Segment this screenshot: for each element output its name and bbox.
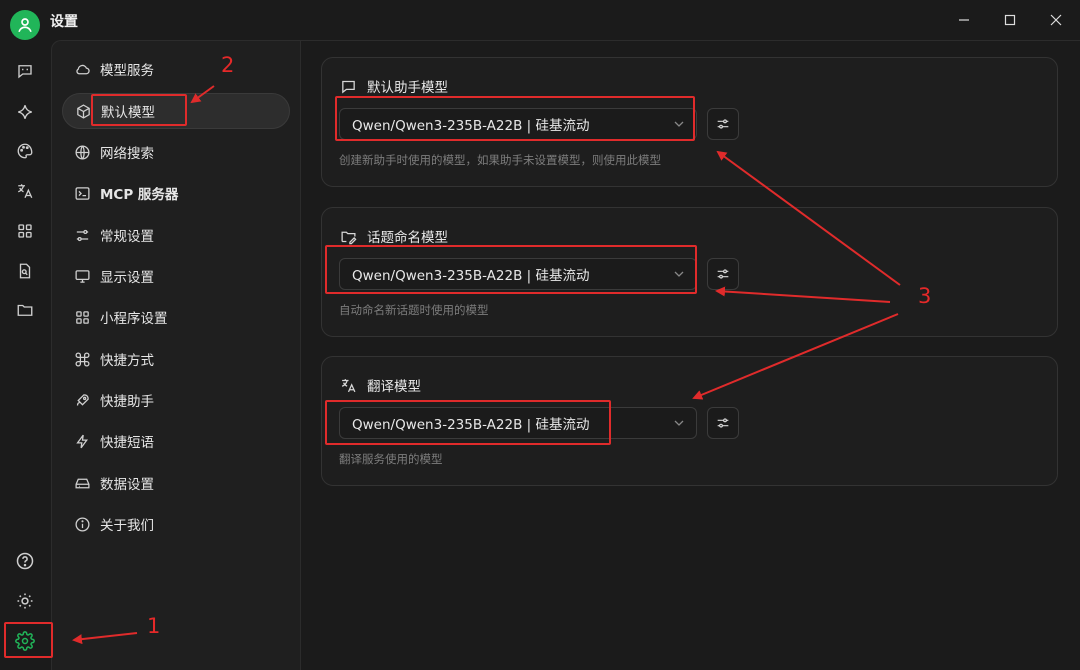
grid-icon bbox=[73, 308, 91, 326]
nav-item-miniapp-settings[interactable]: 小程序设置 bbox=[62, 299, 290, 335]
command-icon bbox=[73, 350, 91, 368]
nav-label: 模型服务 bbox=[100, 63, 154, 79]
theme-toggle-icon bbox=[17, 593, 33, 609]
rail-agents-button[interactable] bbox=[13, 100, 37, 124]
close-icon bbox=[1050, 14, 1062, 26]
rail-knowledge-button[interactable] bbox=[13, 259, 37, 283]
selected-model: Qwen/Qwen3-235B-A22B | 硅基流动 bbox=[352, 268, 590, 284]
nav-label: 快捷助手 bbox=[100, 394, 154, 410]
title-bar: 设置 bbox=[0, 0, 1080, 40]
rail-help-button[interactable] bbox=[13, 549, 37, 573]
card-title: 翻译模型 bbox=[367, 379, 421, 395]
translation-model-select[interactable]: Qwen/Qwen3-235B-A22B | 硅基流动 bbox=[339, 407, 697, 439]
chevron-down-icon bbox=[674, 271, 684, 277]
hard-drive-icon bbox=[73, 474, 91, 492]
apps-grid-icon bbox=[18, 224, 32, 238]
topic-naming-model-select[interactable]: Qwen/Qwen3-235B-A22B | 硅基流动 bbox=[339, 258, 697, 290]
default-model-panel: 默认助手模型 Qwen/Qwen3-235B-A22B | 硅基流动 创建新助手… bbox=[301, 40, 1080, 670]
chat-icon bbox=[18, 65, 32, 79]
translation-model-settings-button[interactable] bbox=[707, 407, 739, 439]
info-icon bbox=[73, 515, 91, 533]
card-title: 话题命名模型 bbox=[367, 230, 448, 246]
translate-icon bbox=[17, 184, 33, 199]
topic-naming-model-card: 话题命名模型 Qwen/Qwen3-235B-A22B | 硅基流动 自动命名新… bbox=[321, 207, 1058, 337]
user-icon bbox=[18, 18, 32, 33]
message-square-icon bbox=[339, 77, 357, 95]
sliders-icon bbox=[717, 269, 729, 279]
icon-rail bbox=[0, 40, 51, 670]
window-title: 设置 bbox=[50, 14, 78, 30]
card-description: 翻译服务使用的模型 bbox=[339, 452, 443, 466]
maximize-button[interactable] bbox=[998, 8, 1022, 32]
nav-item-quick-assistant[interactable]: 快捷助手 bbox=[62, 382, 290, 418]
nav-label: 快捷短语 bbox=[100, 435, 154, 451]
default-assistant-model-settings-button[interactable] bbox=[707, 108, 739, 140]
nav-item-quick-phrases[interactable]: 快捷短语 bbox=[62, 423, 290, 459]
nav-item-general-settings[interactable]: 常规设置 bbox=[62, 217, 290, 253]
file-search-icon bbox=[19, 263, 31, 279]
sliders-icon bbox=[717, 418, 729, 428]
close-button[interactable] bbox=[1044, 8, 1068, 32]
default-assistant-model-card: 默认助手模型 Qwen/Qwen3-235B-A22B | 硅基流动 创建新助手… bbox=[321, 57, 1058, 187]
rail-chat-button[interactable] bbox=[13, 59, 37, 83]
nav-label: 常规设置 bbox=[100, 229, 154, 245]
nav-label: 数据设置 bbox=[100, 477, 154, 493]
nav-item-web-search[interactable]: 网络搜索 bbox=[62, 134, 290, 170]
monitor-icon bbox=[73, 267, 91, 285]
rocket-icon bbox=[73, 391, 91, 409]
nav-item-mcp-servers[interactable]: MCP 服务器 bbox=[62, 175, 290, 211]
settings-nav: 模型服务 默认模型 网络搜索 MCP 服务器 常规设置 显示设置 小程序设置 快… bbox=[51, 40, 301, 670]
help-icon bbox=[16, 552, 34, 570]
annotation-number-2: 2 bbox=[221, 53, 235, 77]
nav-label: 快捷方式 bbox=[100, 353, 154, 369]
nav-label: 小程序设置 bbox=[100, 311, 168, 327]
nav-item-model-service[interactable]: 模型服务 bbox=[62, 51, 290, 87]
nav-item-display-settings[interactable]: 显示设置 bbox=[62, 258, 290, 294]
nav-item-default-model[interactable]: 默认模型 bbox=[62, 93, 290, 129]
maximize-icon bbox=[1004, 14, 1016, 26]
nav-label: 显示设置 bbox=[100, 270, 154, 286]
terminal-icon bbox=[73, 184, 91, 202]
sparkle-icon bbox=[18, 105, 32, 119]
cloud-icon bbox=[73, 60, 91, 78]
sliders-icon bbox=[717, 119, 729, 129]
topic-naming-model-settings-button[interactable] bbox=[707, 258, 739, 290]
cube-icon bbox=[74, 102, 92, 120]
settings-gear-icon bbox=[15, 631, 35, 651]
palette-icon bbox=[17, 143, 33, 159]
nav-label: MCP 服务器 bbox=[100, 187, 179, 203]
nav-label: 关于我们 bbox=[100, 518, 154, 534]
card-description: 创建新助手时使用的模型，如果助手未设置模型，则使用此模型 bbox=[339, 153, 661, 167]
nav-label: 网络搜索 bbox=[100, 146, 154, 162]
annotation-number-1: 1 bbox=[147, 614, 161, 638]
nav-item-about[interactable]: 关于我们 bbox=[62, 506, 290, 542]
sliders-icon bbox=[73, 226, 91, 244]
folder-pen-icon bbox=[339, 227, 357, 245]
rail-theme-button[interactable] bbox=[13, 589, 37, 613]
selected-model: Qwen/Qwen3-235B-A22B | 硅基流动 bbox=[352, 118, 590, 134]
chevron-down-icon bbox=[674, 121, 684, 127]
default-assistant-model-select[interactable]: Qwen/Qwen3-235B-A22B | 硅基流动 bbox=[339, 108, 697, 140]
chevron-down-icon bbox=[674, 420, 684, 426]
rail-paint-button[interactable] bbox=[13, 139, 37, 163]
card-description: 自动命名新话题时使用的模型 bbox=[339, 303, 489, 317]
annotation-number-3: 3 bbox=[918, 284, 932, 308]
selected-model: Qwen/Qwen3-235B-A22B | 硅基流动 bbox=[352, 417, 590, 433]
zap-icon bbox=[73, 432, 91, 450]
globe-icon bbox=[73, 143, 91, 161]
minimize-button[interactable] bbox=[952, 8, 976, 32]
rail-translate-button[interactable] bbox=[13, 179, 37, 203]
translation-model-card: 翻译模型 Qwen/Qwen3-235B-A22B | 硅基流动 翻译服务使用的… bbox=[321, 356, 1058, 486]
folder-icon bbox=[17, 304, 33, 316]
rail-apps-button[interactable] bbox=[13, 219, 37, 243]
rail-settings-button[interactable] bbox=[13, 629, 37, 653]
minimize-icon bbox=[959, 19, 969, 21]
rail-files-button[interactable] bbox=[13, 298, 37, 322]
user-avatar[interactable] bbox=[10, 10, 40, 40]
nav-item-data-settings[interactable]: 数据设置 bbox=[62, 465, 290, 501]
nav-label: 默认模型 bbox=[101, 105, 155, 121]
card-title: 默认助手模型 bbox=[367, 80, 448, 96]
translate-icon bbox=[339, 376, 357, 394]
nav-item-shortcuts[interactable]: 快捷方式 bbox=[62, 341, 290, 377]
